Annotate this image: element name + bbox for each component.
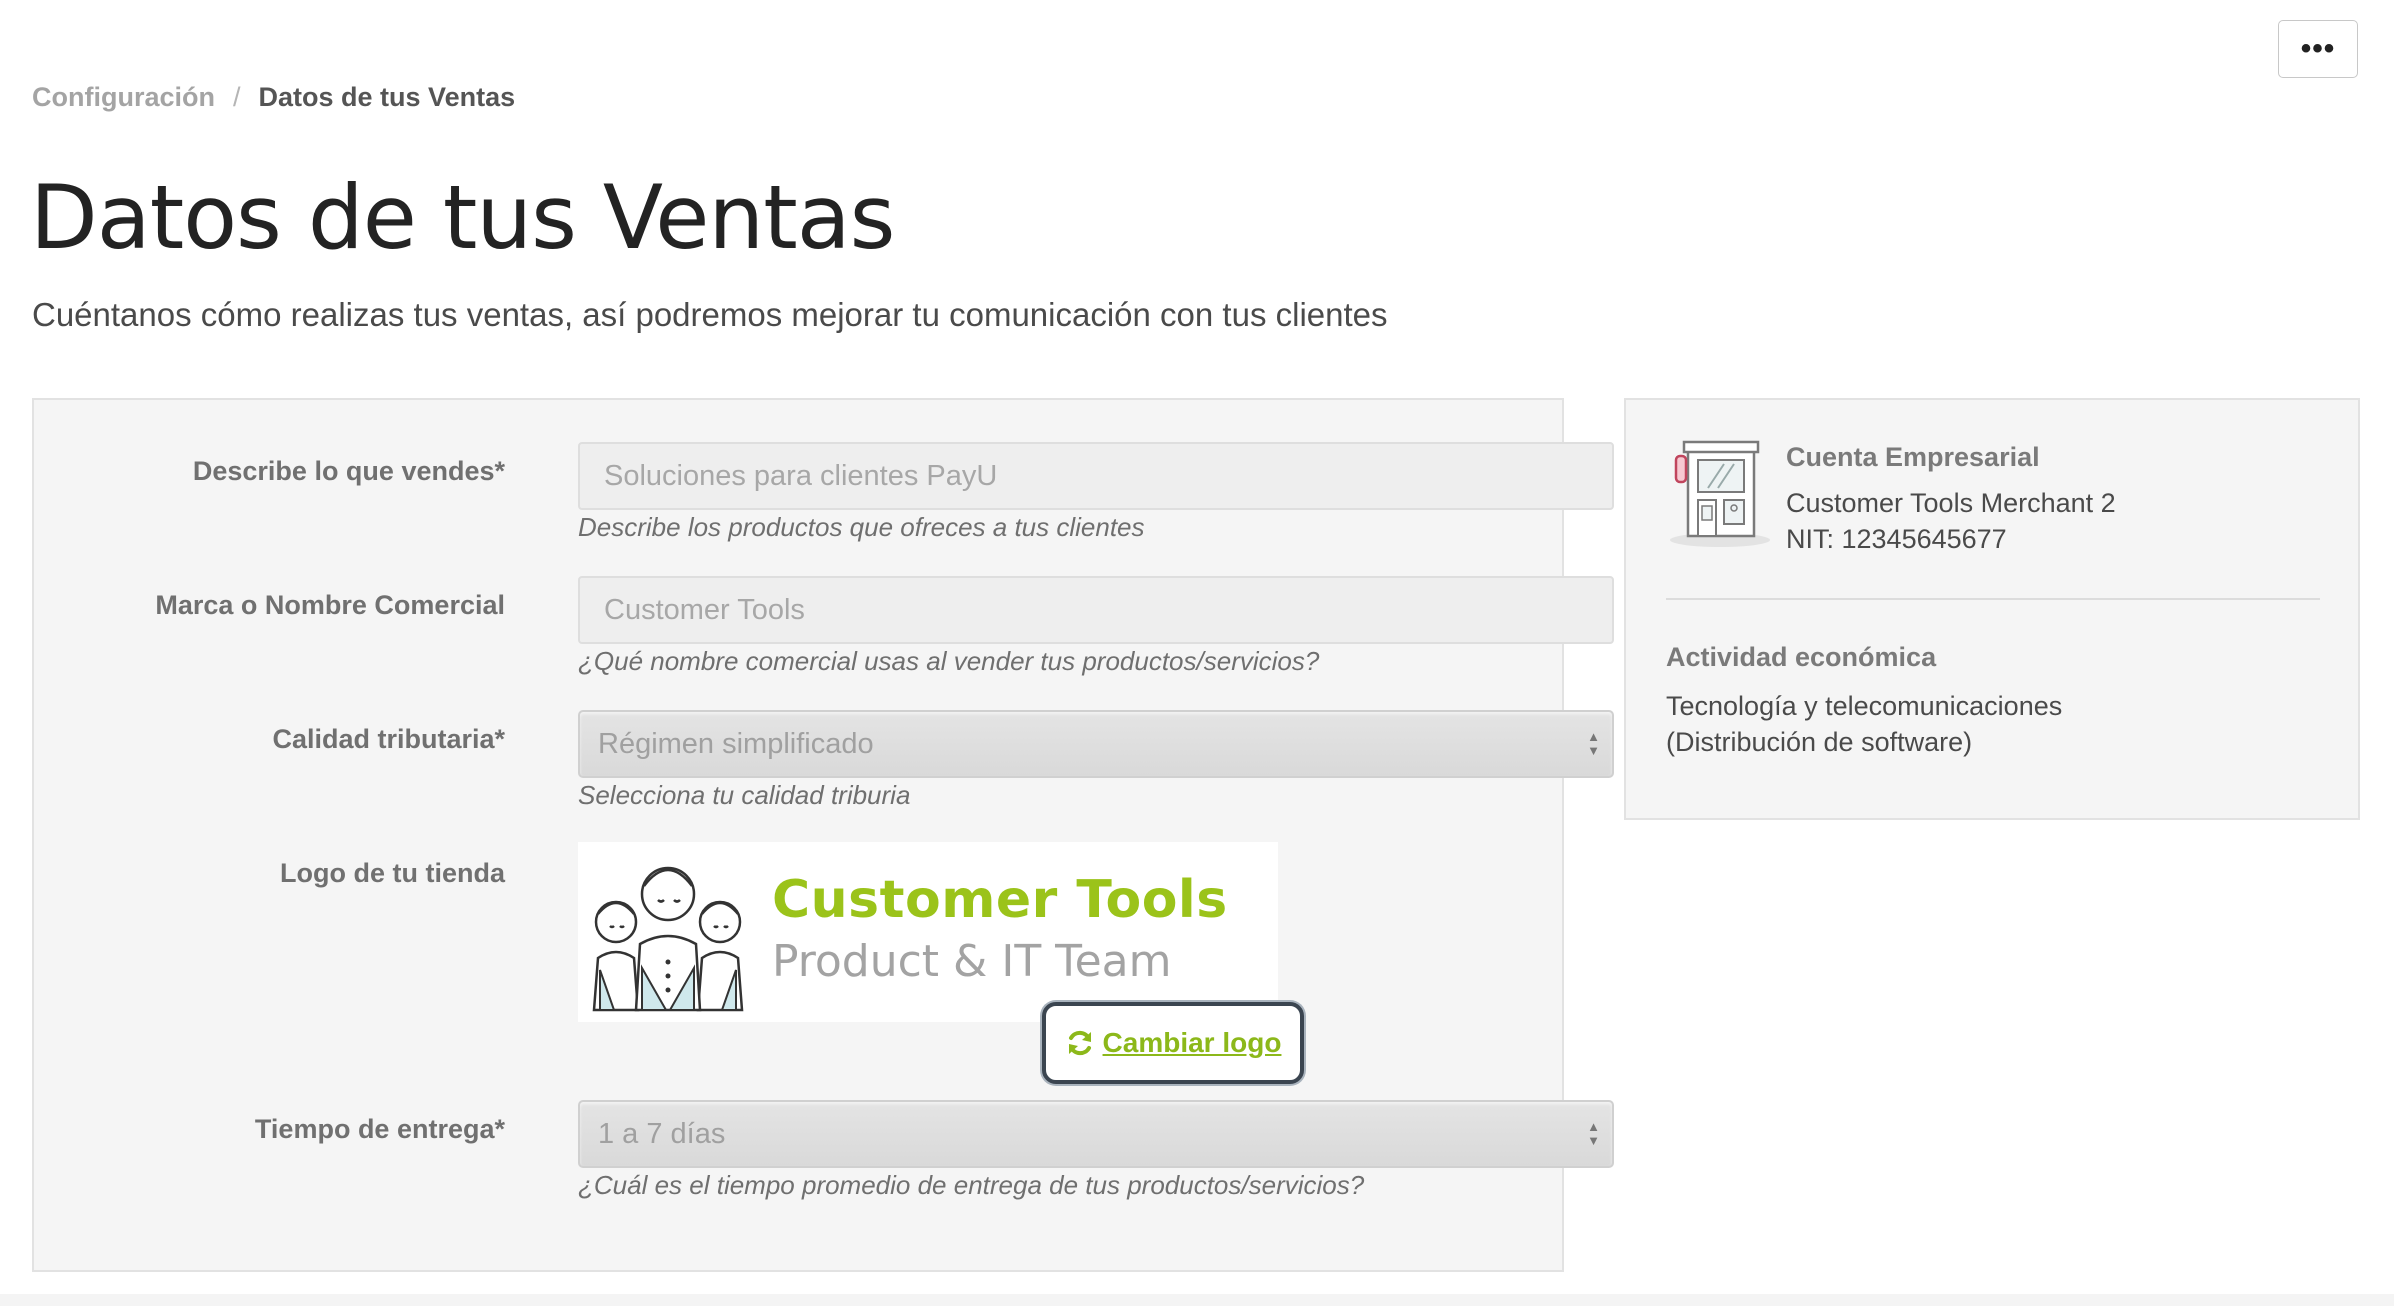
delivery-time-select[interactable]: 1 a 7 días ▲ ▼ <box>578 1100 1614 1168</box>
account-name: Customer Tools Merchant 2 <box>1786 488 2116 518</box>
economic-activity-value: Tecnología y telecomunicaciones (Distrib… <box>1666 688 2062 760</box>
tax-quality-label: Calidad tributaria* <box>272 724 505 754</box>
account-title: Cuenta Empresarial <box>1786 442 2040 472</box>
tax-quality-value: Régimen simplificado <box>598 727 874 760</box>
breadcrumb-link-configuracion[interactable]: Configuración <box>32 82 215 113</box>
page-footer-strip <box>0 1294 2394 1306</box>
description-label: Describe lo que vendes* <box>192 456 505 486</box>
change-logo-button[interactable]: Cambiar logo <box>1042 1002 1304 1084</box>
economic-activity-line1: Tecnología y telecomunicaciones <box>1666 691 2063 721</box>
team-illustration-icon <box>592 866 744 1012</box>
brand-input[interactable]: Customer Tools <box>578 576 1614 644</box>
select-arrows-icon: ▲ ▼ <box>1587 729 1600 758</box>
logo-title: Customer Tools <box>772 870 1228 930</box>
tax-quality-help: Selecciona tu calidad triburia <box>578 780 911 810</box>
delivery-time-value: 1 a 7 días <box>598 1117 726 1150</box>
refresh-icon <box>1068 1030 1091 1056</box>
logo-label: Logo de tu tienda <box>280 858 505 888</box>
brand-help: ¿Qué nombre comercial usas al vender tus… <box>578 646 1320 676</box>
brand-label: Marca o Nombre Comercial <box>155 590 505 620</box>
account-info-panel: Cuenta Empresarial Customer Tools Mercha… <box>1624 398 2360 820</box>
economic-activity-title: Actividad económica <box>1666 642 1937 672</box>
breadcrumb-current: Datos de tus Ventas <box>258 82 516 112</box>
tax-quality-select[interactable]: Régimen simplificado ▲ ▼ <box>578 710 1614 778</box>
page-title: Datos de tus Ventas <box>30 166 895 269</box>
divider <box>1666 598 2320 600</box>
more-options-button[interactable]: ••• <box>2278 20 2358 78</box>
store-icon <box>1670 440 1770 547</box>
breadcrumb-separator: / <box>233 82 241 112</box>
logo-subtitle: Product & IT Team <box>772 936 1172 987</box>
store-logo-image: Customer Tools Product & IT Team <box>578 842 1278 1022</box>
select-arrows-icon: ▲ ▼ <box>1587 1119 1600 1148</box>
sales-data-form: Describe lo que vendes* Soluciones para … <box>32 398 1614 1272</box>
change-logo-label: Cambiar logo <box>1102 1027 1282 1058</box>
description-help: Describe los productos que ofreces a tus… <box>578 512 1145 542</box>
delivery-time-label: Tiempo de entrega* <box>254 1114 505 1144</box>
page-subtitle: Cuéntanos cómo realizas tus ventas, así … <box>32 296 1388 333</box>
description-input[interactable]: Soluciones para clientes PayU <box>578 442 1614 510</box>
delivery-time-help: ¿Cuál es el tiempo promedio de entrega d… <box>578 1170 1365 1200</box>
breadcrumb: Configuración / Datos de tus Ventas <box>32 82 515 113</box>
account-nit: NIT: 12345645677 <box>1786 524 2007 554</box>
economic-activity-line2: (Distribución de software) <box>1666 727 1973 757</box>
